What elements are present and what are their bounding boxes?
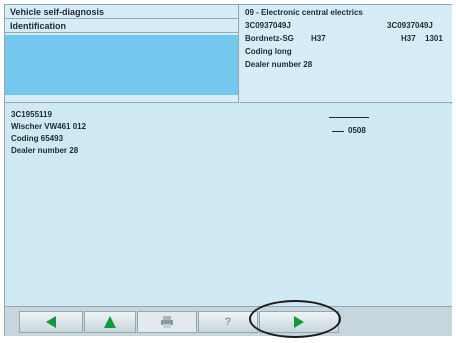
content-dealer: Dealer number 28	[11, 146, 79, 155]
version-right: H37	[401, 34, 416, 43]
help-icon: ?	[224, 316, 232, 328]
diagnosis-screen: Vehicle self-diagnosis Identification 09…	[4, 4, 452, 336]
dealer-label: Dealer number 28	[245, 60, 313, 69]
part-number-right: 3C0937049J	[387, 21, 433, 30]
module-title: 09 - Electronic central electrics	[245, 8, 363, 17]
part-number-left: 3C0937049J	[245, 21, 291, 30]
main-content: 3C1955119 Wischer VW461 012 Coding 65493…	[5, 104, 452, 306]
header-title: Vehicle self-diagnosis	[5, 5, 238, 19]
content-coding: Coding 65493	[11, 134, 64, 143]
back-button[interactable]	[19, 311, 83, 333]
header-left-panel: Vehicle self-diagnosis Identification	[5, 5, 239, 103]
version-extra: 1301	[425, 34, 443, 43]
version-left: H37	[311, 34, 326, 43]
content-component: Wischer VW461 012	[11, 122, 87, 131]
content-part-number: 3C1955119	[11, 110, 52, 119]
content-right-value: 0508	[348, 126, 366, 135]
bottom-toolbar: ?	[5, 306, 452, 336]
header-subtitle[interactable]: Identification	[5, 19, 238, 33]
header-right-panel: 09 - Electronic central electrics 3C0937…	[240, 5, 452, 103]
separator-line	[329, 117, 369, 118]
selection-highlight[interactable]	[5, 35, 238, 95]
highlight-circle	[249, 300, 341, 338]
component-name: Bordnetz-SG	[245, 34, 294, 43]
print-button[interactable]	[137, 311, 197, 333]
arrow-up-icon	[104, 316, 116, 328]
printer-icon	[161, 316, 173, 328]
arrow-left-icon	[46, 316, 56, 328]
coding-label: Coding long	[245, 47, 292, 56]
dash-mark	[332, 131, 344, 132]
up-button[interactable]	[84, 311, 136, 333]
